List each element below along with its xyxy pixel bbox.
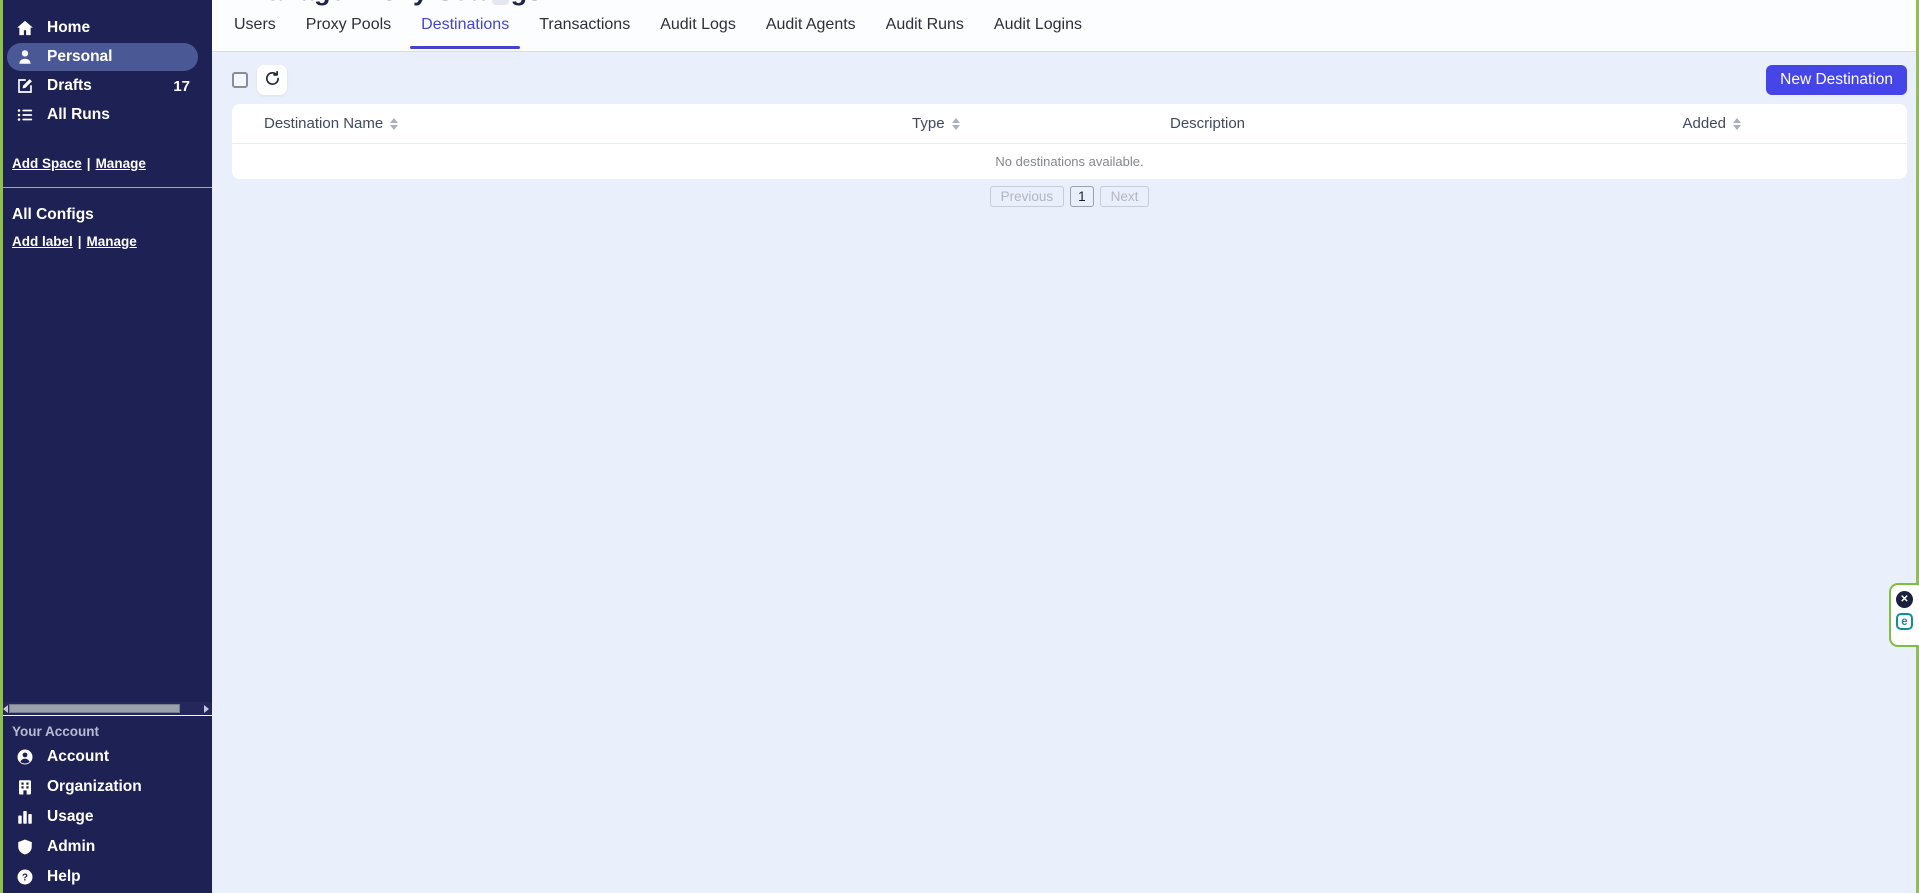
- svg-text:?: ?: [22, 872, 28, 883]
- refresh-icon: [264, 70, 281, 90]
- scroll-left-arrow-icon[interactable]: [3, 705, 8, 713]
- help-icon: ?: [15, 867, 35, 887]
- account-nav: Account Organization Usage Admin: [0, 742, 212, 891]
- tab-transactions[interactable]: Transactions: [539, 0, 630, 51]
- sidebar-item-usage[interactable]: Usage: [7, 802, 198, 831]
- link-separator: |: [78, 234, 82, 249]
- sidebar-item-label: Organization: [47, 778, 142, 796]
- drafts-count-badge: 17: [173, 78, 198, 95]
- next-page-button[interactable]: Next: [1100, 186, 1150, 207]
- sidebar-item-label: Account: [47, 748, 109, 766]
- manage-spaces-link[interactable]: Manage: [96, 156, 146, 171]
- column-header-destination-name[interactable]: Destination Name: [232, 115, 912, 132]
- shield-icon: [15, 837, 35, 857]
- sidebar-divider: [0, 187, 212, 188]
- scrollbar-thumb[interactable]: [9, 704, 180, 713]
- column-header-type[interactable]: Type: [912, 115, 1170, 132]
- column-header-description: Description: [1170, 115, 1683, 132]
- account-section: Your Account Account Organization Usage: [0, 717, 212, 892]
- sidebar-item-admin[interactable]: Admin: [7, 832, 198, 861]
- sidebar-item-label: Personal: [47, 48, 112, 66]
- sort-icon: [952, 118, 960, 130]
- current-page-button[interactable]: 1: [1070, 186, 1094, 207]
- toolbar: New Destination: [212, 52, 1919, 104]
- scroll-right-arrow-icon[interactable]: [204, 705, 209, 713]
- main-content: Manage Proxy Settings Users Proxy Pools …: [212, 0, 1919, 893]
- space-actions: Add Space | Manage: [12, 156, 212, 171]
- sidebar-item-label: All Runs: [47, 106, 110, 124]
- account-icon: [15, 747, 35, 767]
- sidebar-item-home[interactable]: Home: [7, 14, 198, 42]
- sidebar-item-help[interactable]: ? Help: [7, 862, 198, 891]
- tab-bar: Manage Proxy Settings Users Proxy Pools …: [212, 0, 1919, 52]
- sidebar-item-drafts[interactable]: Drafts 17: [7, 72, 198, 100]
- column-header-added[interactable]: Added: [1683, 115, 1907, 132]
- eset-logo-icon[interactable]: e: [1896, 613, 1913, 630]
- sidebar-nav: Home Personal Drafts 17 All Runs: [0, 14, 212, 129]
- new-destination-button[interactable]: New Destination: [1766, 65, 1907, 95]
- pagination: Previous 1 Next: [232, 186, 1907, 207]
- sidebar-item-account[interactable]: Account: [7, 742, 198, 771]
- refresh-button[interactable]: [257, 65, 287, 95]
- sidebar-item-label: Home: [47, 19, 90, 37]
- destinations-table: Destination Name Type Description Added …: [232, 104, 1907, 179]
- tab-audit-logins[interactable]: Audit Logins: [994, 0, 1082, 51]
- edit-icon: [15, 76, 35, 96]
- your-account-label: Your Account: [12, 724, 212, 739]
- sort-icon: [1733, 118, 1741, 130]
- tab-audit-agents[interactable]: Audit Agents: [766, 0, 856, 51]
- person-icon: [15, 47, 35, 67]
- table-header-row: Destination Name Type Description Added: [232, 104, 1907, 144]
- tab-destinations[interactable]: Destinations: [421, 0, 509, 51]
- link-separator: |: [87, 156, 91, 171]
- tab-proxy-pools[interactable]: Proxy Pools: [306, 0, 391, 51]
- home-icon: [15, 18, 35, 38]
- sidebar-item-label: Usage: [47, 808, 94, 826]
- close-icon[interactable]: ✕: [1896, 591, 1913, 608]
- sidebar-item-personal[interactable]: Personal: [7, 43, 198, 71]
- tabs: Users Proxy Pools Destinations Transacti…: [234, 0, 1082, 51]
- empty-state-message: No destinations available.: [232, 144, 1907, 179]
- all-configs-heading: All Configs: [12, 206, 212, 224]
- sidebar-horizontal-scrollbar[interactable]: [0, 702, 212, 716]
- add-label-link[interactable]: Add label: [12, 234, 73, 249]
- organization-icon: [15, 777, 35, 797]
- tab-audit-logs[interactable]: Audit Logs: [660, 0, 736, 51]
- sidebar-item-label: Drafts: [47, 77, 92, 95]
- left-edge-strip: [0, 0, 3, 893]
- sidebar-item-label: Help: [47, 868, 81, 886]
- sidebar-item-label: Admin: [47, 838, 95, 856]
- add-space-link[interactable]: Add Space: [12, 156, 82, 171]
- usage-chart-icon: [15, 807, 35, 827]
- sidebar-item-all-runs[interactable]: All Runs: [7, 101, 198, 129]
- list-icon: [15, 105, 35, 125]
- manage-configs-link[interactable]: Manage: [87, 234, 137, 249]
- previous-page-button[interactable]: Previous: [990, 186, 1065, 207]
- tab-users[interactable]: Users: [234, 0, 276, 51]
- config-actions: Add label | Manage: [12, 234, 212, 249]
- select-all-checkbox[interactable]: [232, 72, 248, 88]
- tab-audit-runs[interactable]: Audit Runs: [886, 0, 964, 51]
- sort-icon: [390, 118, 398, 130]
- sidebar-item-organization[interactable]: Organization: [7, 772, 198, 801]
- security-overlay-widget: ✕ e: [1889, 583, 1919, 647]
- sidebar: Home Personal Drafts 17 All Runs Add Spa…: [0, 0, 212, 893]
